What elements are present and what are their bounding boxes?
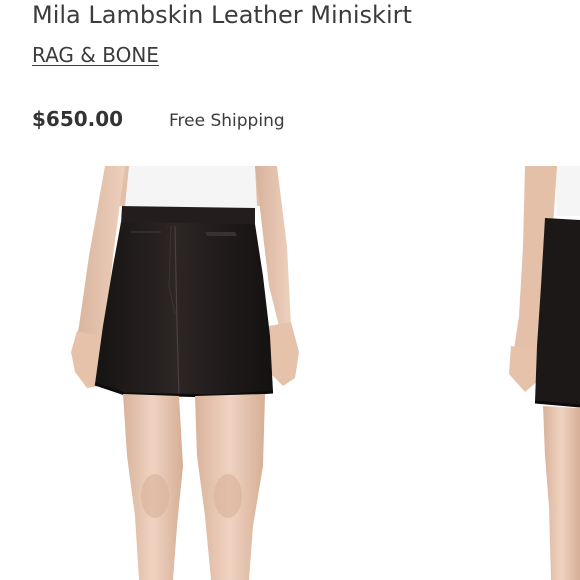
image-gallery[interactable]	[0, 166, 580, 580]
product-image-front[interactable]	[65, 166, 315, 580]
brand-link[interactable]: RAG & BONE	[32, 42, 159, 68]
price: $650.00	[32, 107, 124, 131]
product-image-side[interactable]	[505, 166, 580, 580]
shipping-note: Free Shipping	[169, 111, 285, 131]
product-title: Mila Lambskin Leather Miniskirt	[32, 1, 412, 29]
